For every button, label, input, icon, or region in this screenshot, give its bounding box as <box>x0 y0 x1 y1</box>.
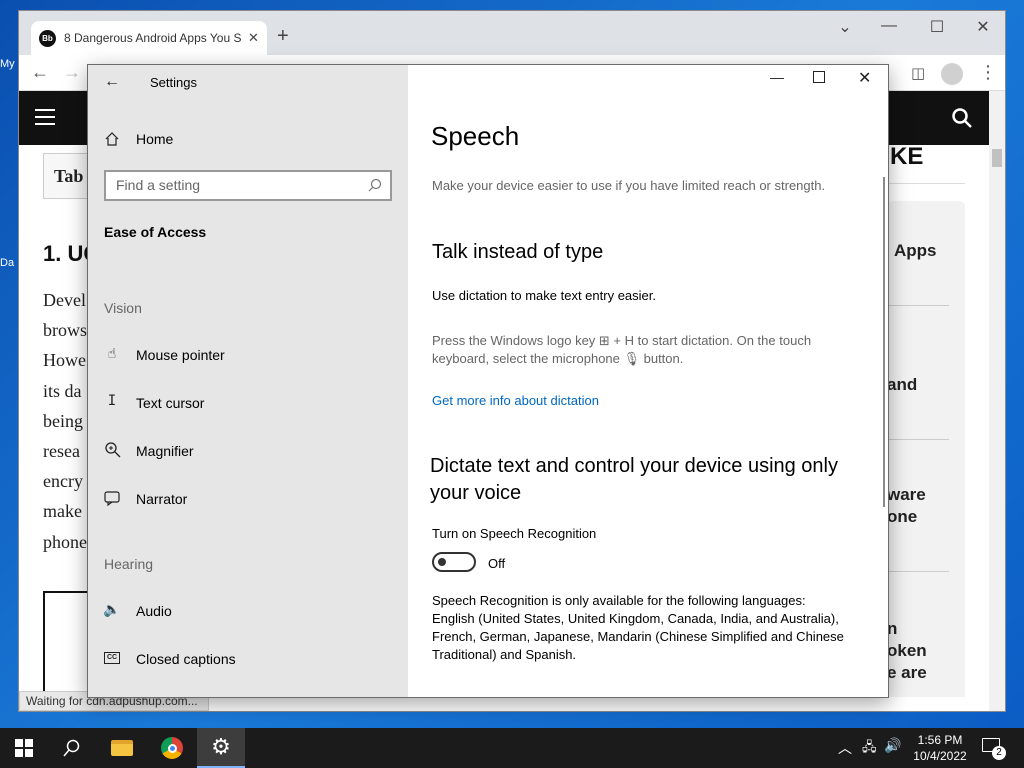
section-vision: Vision <box>104 300 142 316</box>
network-icon[interactable]: 🖧 <box>862 738 877 760</box>
dictation-info-link[interactable]: Get more info about dictation <box>432 393 599 408</box>
profile-avatar-icon[interactable] <box>941 63 963 85</box>
nav-label: Text cursor <box>136 395 205 411</box>
search-placeholder: Find a setting <box>116 177 201 193</box>
clock-date: 10/4/2022 <box>913 749 967 763</box>
section-heading: Dictate text and control your device usi… <box>430 455 838 504</box>
notification-button[interactable]: 2 <box>982 736 1006 760</box>
toggle-state: Off <box>488 556 506 571</box>
mouse-pointer-icon: ☝ <box>107 345 117 361</box>
nav-label: Audio <box>136 603 172 619</box>
more-menu-icon[interactable]: ⋮ <box>979 62 997 83</box>
clock-time: 1:56 PM <box>917 733 963 747</box>
text-cursor-icon: I <box>107 393 117 409</box>
nav-home[interactable]: Home <box>102 127 302 151</box>
search-icon <box>63 739 80 757</box>
close-tab-icon[interactable]: ✕ <box>248 30 259 46</box>
sidebar-item[interactable]: one <box>887 507 917 527</box>
home-icon <box>105 132 119 146</box>
sidebar-item[interactable]: ware <box>887 485 926 505</box>
section-hearing: Hearing <box>104 556 154 572</box>
volume-icon[interactable]: 🔊 <box>884 737 901 754</box>
sidebar-panel-icon[interactable]: ◫ <box>911 64 925 82</box>
new-tab-button[interactable]: + <box>277 25 289 48</box>
chrome-button[interactable] <box>148 728 196 768</box>
tab-title: 8 Dangerous Android Apps You S <box>64 31 242 45</box>
site-search-icon[interactable] <box>951 107 973 129</box>
article-image <box>43 591 89 697</box>
tab-strip: Bb 8 Dangerous Android Apps You S ✕ + ⌄ … <box>19 11 1005 55</box>
settings-sidebar: ← Settings Home Find a setting Ease of A… <box>88 65 408 697</box>
taskbar: ⚙ ︿ 🖧 🔊 1:56 PM 10/4/2022 2 <box>0 728 1024 768</box>
window-title: Settings <box>150 75 197 90</box>
minimize-icon[interactable]: — <box>770 69 784 85</box>
languages-text: Speech Recognition is only available for… <box>432 593 844 662</box>
chrome-icon <box>161 737 183 759</box>
windows-logo-icon <box>15 739 33 757</box>
nav-narrator[interactable]: Narrator <box>102 487 382 511</box>
settings-window: ← Settings Home Find a setting Ease of A… <box>87 64 889 698</box>
speaker-icon: 🔈 <box>103 601 121 617</box>
close-icon[interactable]: ✕ <box>971 17 995 37</box>
nav-audio[interactable]: 🔈 Audio <box>102 599 382 623</box>
back-arrow-icon[interactable]: ← <box>104 73 120 91</box>
tab-search-icon[interactable]: ⌄ <box>833 17 857 37</box>
nav-label: Closed captions <box>136 651 236 667</box>
page-scrollbar[interactable] <box>989 91 1005 711</box>
sidebar-item[interactable]: oken <box>887 641 927 661</box>
sidebar-item[interactable]: Apps <box>894 241 937 261</box>
settings-main: — ✕ Speech Make your device easier to us… <box>408 65 888 697</box>
taskbar-search-button[interactable] <box>48 728 96 768</box>
settings-search-input[interactable]: Find a setting <box>104 170 392 201</box>
favicon-icon: Bb <box>39 29 56 47</box>
page-subtitle: Make your device easier to use if you ha… <box>432 178 826 193</box>
clock[interactable]: 1:56 PM 10/4/2022 <box>905 732 975 764</box>
section-description: Use dictation to make text entry easier. <box>432 288 656 303</box>
nav-home-label: Home <box>136 131 174 147</box>
maximize-icon[interactable]: ☐ <box>925 17 949 37</box>
sidebar-heading: KE <box>890 145 924 170</box>
nav-closed-captions[interactable]: CC Closed captions <box>102 647 382 671</box>
magnifier-icon <box>105 442 121 458</box>
search-icon <box>368 178 382 192</box>
category-title: Ease of Access <box>104 224 207 240</box>
sidebar-card <box>887 201 965 697</box>
chevron-up-icon[interactable]: ︿ <box>838 738 852 758</box>
settings-taskbar-button[interactable]: ⚙ <box>197 728 245 768</box>
nav-text-cursor[interactable]: I Text cursor <box>102 391 382 415</box>
nav-mouse-pointer[interactable]: ☝ Mouse pointer <box>102 343 382 367</box>
nav-label: Narrator <box>136 491 188 507</box>
browser-tab[interactable]: Bb 8 Dangerous Android Apps You S ✕ <box>31 21 267 55</box>
start-button[interactable] <box>0 728 48 768</box>
dictation-hint: Press the Windows logo key ⊞ + H to star… <box>432 333 812 366</box>
desktop-icon-label: Da <box>0 257 15 269</box>
toggle-label: Turn on Speech Recognition <box>432 526 597 541</box>
notification-badge: 2 <box>992 746 1006 760</box>
nav-magnifier[interactable]: Magnifier <box>102 439 382 463</box>
scrollbar-thumb[interactable] <box>992 149 1002 167</box>
page-title: Speech <box>431 121 520 151</box>
settings-scrollbar[interactable] <box>883 177 885 507</box>
close-icon[interactable]: ✕ <box>858 68 871 88</box>
closed-captions-icon: CC <box>104 652 120 664</box>
sidebar-item[interactable]: e are <box>887 663 927 683</box>
gear-icon: ⚙ <box>211 734 231 759</box>
nav-label: Mouse pointer <box>136 347 225 363</box>
minimize-icon[interactable]: — <box>877 17 901 35</box>
section-heading: Talk instead of type <box>432 241 604 263</box>
speech-recognition-toggle[interactable] <box>432 552 476 572</box>
desktop-icon-label: My <box>0 58 15 70</box>
forward-icon[interactable]: → <box>63 62 81 83</box>
folder-icon <box>111 740 133 756</box>
hamburger-menu-icon[interactable] <box>35 109 55 125</box>
nav-label: Magnifier <box>136 443 194 459</box>
file-explorer-button[interactable] <box>98 728 146 768</box>
sidebar-item[interactable]: and <box>887 375 917 395</box>
maximize-icon[interactable] <box>813 71 825 83</box>
narrator-icon <box>104 491 120 506</box>
back-icon[interactable]: ← <box>31 62 49 83</box>
